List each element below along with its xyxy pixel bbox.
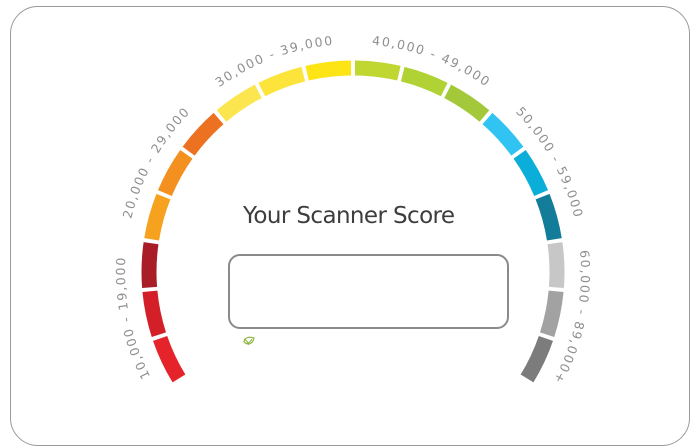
gauge-segment [513, 150, 549, 197]
gauge-segment [535, 193, 562, 241]
gauge-segment [520, 335, 553, 383]
gauge-segment [142, 290, 167, 337]
score-input[interactable] [228, 254, 509, 329]
gauge-segment [547, 242, 565, 288]
leaf-icon [243, 336, 255, 346]
gauge-segment [141, 242, 159, 288]
gauge-segment [157, 150, 193, 197]
page-title: Your Scanner Score [243, 203, 455, 229]
gauge-segment [258, 66, 306, 97]
gauge-segment [305, 60, 352, 81]
gauge-segment [354, 60, 401, 81]
gauge-segment [144, 193, 171, 241]
gauge-segment [539, 290, 564, 337]
gauge-segment [216, 84, 262, 122]
gauge-segment [153, 335, 186, 383]
gauge-segment [444, 84, 490, 122]
gauge-segment [400, 66, 448, 97]
gauge-segment [182, 112, 224, 156]
gauge-segment [482, 112, 524, 156]
